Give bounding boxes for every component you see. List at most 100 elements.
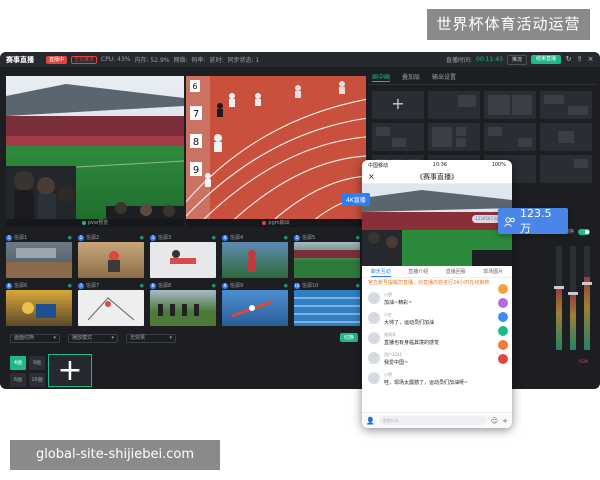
close-icon[interactable]: × bbox=[587, 56, 594, 63]
eye-icon[interactable]: ◉ bbox=[356, 234, 360, 242]
eye-icon[interactable]: ◉ bbox=[68, 234, 72, 242]
avatar bbox=[368, 312, 380, 324]
add-layout-icon[interactable]: + bbox=[372, 91, 424, 119]
end-live-button[interactable]: 结束直播 bbox=[530, 55, 561, 64]
share-icon[interactable] bbox=[498, 298, 508, 308]
chat-message: 小明 哇，现场太震撼了，运动员们加油呀~ bbox=[362, 369, 512, 389]
cart-icon[interactable] bbox=[498, 340, 508, 350]
switch-button[interactable]: 切换 bbox=[340, 333, 359, 342]
chat-message: 用户3241 我爱中国~ bbox=[362, 349, 512, 369]
pip-layout-3[interactable] bbox=[484, 91, 536, 119]
layout-switcher: 4画 9画 6画 16画 bbox=[10, 356, 45, 387]
pip-layout-8[interactable] bbox=[540, 123, 592, 151]
pip-layout-5[interactable] bbox=[372, 123, 424, 151]
avatar bbox=[368, 352, 380, 364]
emoji-icon[interactable]: ☺ bbox=[491, 417, 498, 425]
svg-text:8: 8 bbox=[193, 137, 199, 148]
app-toolbar: 赛事直播 直播中 正在推流 CPU: 43% 内存: 52.9% 网络: 码率:… bbox=[0, 52, 600, 67]
tab-intro[interactable]: 直播介绍 bbox=[408, 266, 428, 277]
program-monitor[interactable]: 7 8 9 6 pgm输出 bbox=[186, 76, 366, 227]
pip-layout-4[interactable] bbox=[540, 91, 592, 119]
source-tile-7[interactable]: 7 信源7 ◉ bbox=[78, 282, 144, 326]
effect-select[interactable]: 无效果 ▾ bbox=[126, 334, 176, 343]
layout-tile-4[interactable]: 4画 bbox=[10, 356, 26, 370]
phone-stadium-image bbox=[362, 184, 512, 266]
audio-meter[interactable] bbox=[568, 246, 578, 350]
eye-icon[interactable]: ◉ bbox=[140, 234, 144, 242]
transition-select[interactable]: 画面切换 ▾ bbox=[10, 334, 60, 343]
share-icon[interactable]: ⇪ bbox=[576, 56, 583, 63]
pip-layout-12[interactable] bbox=[540, 155, 592, 183]
source-tile-3[interactable]: 3 信源3 ◉ bbox=[150, 234, 216, 278]
audio-sync-toggle[interactable] bbox=[578, 228, 590, 235]
tab-chat[interactable]: 聊天互动 bbox=[370, 266, 391, 277]
pip-layout-7[interactable] bbox=[484, 123, 536, 151]
svg-text:7: 7 bbox=[193, 109, 199, 120]
eye-icon[interactable]: ◉ bbox=[284, 282, 288, 290]
duration-label: 直播时间: bbox=[445, 57, 473, 64]
chat-input-bar: 👤 说些什么 ☺ + bbox=[362, 412, 512, 428]
user-icon[interactable]: 👤 bbox=[366, 417, 375, 425]
eye-icon[interactable]: ◉ bbox=[356, 282, 360, 290]
eye-icon[interactable]: ◉ bbox=[212, 282, 216, 290]
pip-layout-2[interactable] bbox=[428, 91, 480, 119]
record-badge: 正在推流 bbox=[71, 55, 98, 64]
transition-controls: 画面切换 ▾ 播放模式 ▾ 无效果 ▾ bbox=[10, 334, 176, 343]
source-grid: 1 信源1 ◉ 2 信源2 ◉ 3 信源3 ◉ 4 信源4 ◉ 5 信源5 ◉ 6 信源6 ◉ bbox=[6, 234, 364, 330]
source-tile-9[interactable]: 9 信源9 ◉ bbox=[222, 282, 288, 326]
eye-icon[interactable]: ◉ bbox=[140, 282, 144, 290]
meter-label: PGM bbox=[579, 359, 588, 364]
close-icon[interactable]: × bbox=[368, 172, 375, 181]
audio-meter[interactable] bbox=[554, 246, 564, 350]
tab-photos[interactable]: 现场图片 bbox=[483, 266, 503, 277]
like-icon[interactable] bbox=[498, 312, 508, 322]
stat-sync: 同步状态: 1 bbox=[227, 57, 260, 64]
pip-layout-6[interactable] bbox=[428, 123, 480, 151]
eye-icon[interactable]: ◉ bbox=[284, 234, 288, 242]
gift-icon[interactable] bbox=[498, 284, 508, 294]
tab-output[interactable]: 输出设置 bbox=[432, 72, 456, 82]
chat-message: 小红 大帅了，运动员们加油 bbox=[362, 309, 512, 329]
push-button[interactable]: 推流 bbox=[506, 54, 527, 65]
source-tile-5[interactable]: 5 信源5 ◉ bbox=[294, 234, 360, 278]
app-title: 赛事直播 bbox=[6, 55, 34, 64]
avatar bbox=[368, 372, 380, 384]
plus-icon[interactable]: + bbox=[502, 417, 508, 425]
play-mode-select[interactable]: 播放模式 ▾ bbox=[68, 334, 118, 343]
avatar bbox=[368, 332, 380, 344]
notice-text: 官方账号提醒您直播，对直播内容进行24小时在线审核 bbox=[368, 280, 490, 286]
audio-meter[interactable] bbox=[582, 246, 592, 350]
eye-icon[interactable]: ◉ bbox=[68, 282, 72, 290]
chat-icon[interactable] bbox=[498, 326, 508, 336]
program-caption: pgm输出 bbox=[186, 219, 366, 227]
source-tile-2[interactable]: 2 信源2 ◉ bbox=[78, 234, 144, 278]
stat-cpu: CPU: 43% bbox=[101, 56, 131, 63]
eye-icon[interactable]: ◉ bbox=[212, 234, 216, 242]
chat-input[interactable]: 说些什么 bbox=[378, 416, 487, 425]
layout-tile-6[interactable]: 6画 bbox=[10, 373, 26, 387]
phone-video[interactable]: 1234567人在看 bbox=[362, 184, 512, 266]
viewer-count: 123.5万 bbox=[520, 206, 552, 235]
layout-tile-9[interactable]: 9画 bbox=[29, 356, 45, 370]
source-tile-8[interactable]: 8 信源8 ◉ bbox=[150, 282, 216, 326]
watermark-title: 世界杯体育活动运营 bbox=[427, 9, 590, 40]
source-tile-4[interactable]: 4 信源4 ◉ bbox=[222, 234, 288, 278]
live-badge: 直播中 bbox=[46, 55, 68, 64]
chat-message: 小明 加油~精彩~ bbox=[362, 289, 512, 309]
heart-icon[interactable] bbox=[498, 354, 508, 364]
source-tile-10[interactable]: 10 信源10 ◉ bbox=[294, 282, 360, 326]
chat-message: 张同学 直播也有身临其境的感觉 bbox=[362, 329, 512, 349]
source-tile-1[interactable]: 1 信源1 ◉ bbox=[6, 234, 72, 278]
preview-monitor[interactable]: pvw预览 bbox=[6, 76, 184, 227]
mobile-viewer-preview: 中国移动 10:36 100% × 《赛事直播》 1234567人在看 聊天互动 直… bbox=[362, 160, 512, 428]
viewer-count-card: 123.5万 bbox=[498, 206, 568, 235]
add-source-button[interactable]: + bbox=[48, 354, 92, 387]
audio-meters: PGM bbox=[520, 246, 592, 366]
refresh-icon[interactable]: ↻ bbox=[565, 56, 572, 63]
source-tile-6[interactable]: 6 信源6 ◉ bbox=[6, 282, 72, 326]
tab-overlay[interactable]: 叠加层 bbox=[402, 72, 420, 82]
tab-pip[interactable]: 画中画 bbox=[372, 72, 391, 82]
chat-tabs: 聊天互动 直播介绍 直播回看 现场图片 bbox=[362, 266, 512, 278]
tab-replay[interactable]: 直播回看 bbox=[446, 266, 466, 277]
layout-tile-16[interactable]: 16画 bbox=[29, 373, 45, 387]
